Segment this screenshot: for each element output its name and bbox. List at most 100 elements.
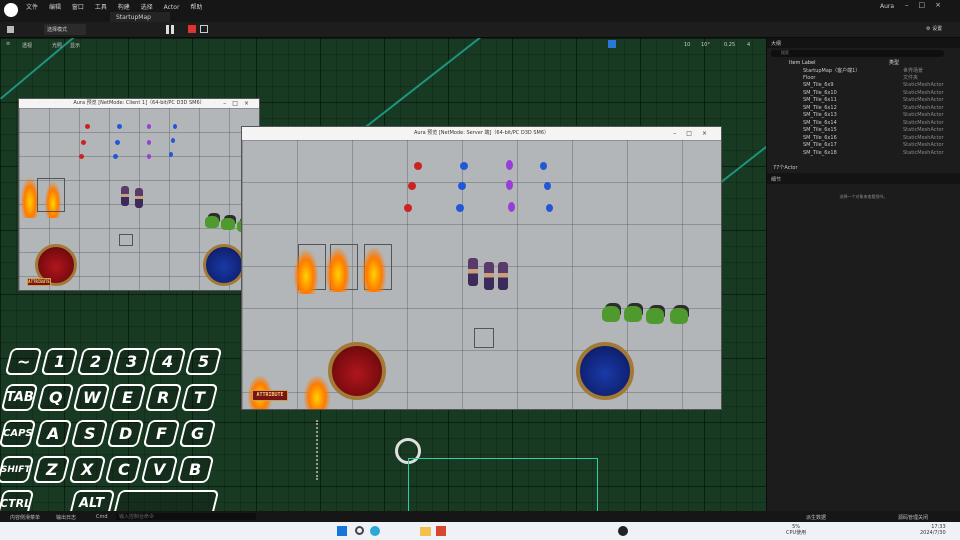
pie-client-game-view[interactable]: ATTRIBUTE — [19, 108, 259, 290]
grid-snap-value[interactable]: 10 — [684, 42, 690, 48]
menu-select[interactable]: 选择 — [141, 2, 153, 11]
outliner-row[interactable]: SM_Tile_6x17 StaticMeshActor — [803, 142, 960, 150]
key-z: Z — [32, 456, 71, 483]
menu-window[interactable]: 窗口 — [72, 2, 84, 11]
scale-snap-value[interactable]: 0.25 — [724, 42, 735, 48]
outliner-row-name: SM_Tile_6x13 — [803, 112, 837, 119]
player-character — [135, 188, 143, 208]
pause-icon[interactable] — [166, 25, 174, 34]
office-icon[interactable] — [436, 526, 446, 536]
outliner-row[interactable]: SM_Tile_6x16 StaticMeshActor — [803, 134, 960, 142]
pie-server-title: Aura 预览 [NetMode: Server 端]（64-bit/PC D3… — [413, 130, 550, 136]
menu-tools[interactable]: 工具 — [95, 2, 107, 11]
key-2: 2 — [76, 348, 115, 375]
details-tab-label: 细节 — [771, 177, 782, 183]
search-icon[interactable] — [355, 526, 364, 535]
title-bar: 文件 编辑 窗口 工具 构建 选择 Actor 帮助 StartupMap Au… — [0, 0, 960, 22]
clock[interactable]: 17:33 2024/7/30 — [920, 524, 946, 536]
outliner-row[interactable]: SM_Tile_6x12 StaticMeshActor — [803, 104, 960, 112]
outliner-search[interactable]: 搜索 — [771, 50, 944, 57]
derived-data-button[interactable]: 派生数据 — [806, 514, 826, 521]
output-log-button[interactable]: 输出日志 — [56, 514, 76, 521]
details-tab[interactable]: 细节 — [767, 174, 960, 184]
grid-highlight-line — [350, 38, 761, 140]
browser-icon[interactable] — [370, 526, 380, 536]
pie-client-titlebar[interactable]: Aura 预览 [NetMode: Client 1]（64-bit/PC D3… — [19, 99, 259, 108]
perspective-button[interactable]: 透视 — [22, 42, 32, 49]
translate-icon[interactable] — [608, 40, 616, 48]
outliner-list: StartupMap（客户端1） 世界场景 Floor 文件夹 SM_Tile_6x9 S… — [767, 67, 960, 157]
column-type[interactable]: 类型 — [889, 59, 899, 66]
menu-actor[interactable]: Actor — [164, 4, 180, 11]
spawn-point-icon[interactable] — [316, 420, 338, 480]
outliner-row-type: StaticMeshActor — [903, 97, 944, 104]
outliner-row[interactable]: Floor 文件夹 — [803, 74, 960, 82]
source-control-button[interactable]: 源码管理关闭 — [898, 514, 928, 521]
select-mode-dropdown[interactable]: 选择模式 — [44, 24, 86, 35]
lit-button[interactable]: 光照 — [52, 42, 62, 49]
outliner-row-name: SM_Tile_6x9 — [803, 82, 834, 89]
save-icon[interactable] — [7, 26, 14, 33]
outliner-row[interactable]: SM_Tile_6x11 StaticMeshActor — [803, 97, 960, 105]
outliner-row[interactable]: SM_Tile_6x10 StaticMeshActor — [803, 89, 960, 97]
unreal-taskbar-icon[interactable] — [618, 526, 628, 536]
cpu-label: CPU使用 — [786, 530, 807, 536]
fire-area — [294, 250, 318, 294]
outliner-tab-label: 大纲 — [771, 41, 782, 47]
outliner-row[interactable]: SM_Tile_6x13 StaticMeshActor — [803, 112, 960, 120]
outliner-row[interactable]: StartupMap（客户端1） 世界场景 — [803, 67, 960, 75]
fire-area — [304, 376, 330, 409]
menu-build[interactable]: 构建 — [118, 2, 130, 11]
eject-icon[interactable] — [200, 25, 208, 33]
key-w: W — [72, 384, 111, 411]
key-e: E — [108, 384, 147, 411]
folder-icon[interactable] — [420, 527, 431, 536]
stop-icon[interactable] — [188, 25, 196, 33]
outliner-row-name: SM_Tile_6x10 — [803, 89, 837, 96]
pie-server-window[interactable]: Aura 预览 [NetMode: Server 端]（64-bit/PC D3… — [241, 126, 722, 410]
column-item-label[interactable]: Item Label — [789, 60, 889, 66]
windows-start-icon[interactable] — [337, 526, 347, 536]
outliner-row[interactable]: SM_Tile_6x14 StaticMeshActor — [803, 119, 960, 127]
attribute-menu-button[interactable]: ATTRIBUTE — [252, 390, 288, 401]
pie-server-game-view[interactable]: ATTRIBUTE — [242, 140, 721, 409]
outliner-row[interactable]: SM_Tile_6x15 StaticMeshActor — [803, 127, 960, 135]
pie-client-window[interactable]: Aura 预览 [NetMode: Client 1]（64-bit/PC D3… — [18, 98, 260, 291]
show-button[interactable]: 显示 — [70, 42, 80, 49]
map-tab[interactable]: StartupMap — [110, 12, 170, 22]
content-drawer-button[interactable]: 内容侧滑菜单 — [10, 514, 40, 521]
goblin-enemy — [602, 306, 620, 322]
close-icon[interactable]: × — [935, 1, 951, 9]
volume-box[interactable] — [408, 458, 598, 511]
key-tilde: ~ — [4, 348, 43, 375]
mana-potion — [460, 162, 468, 170]
console-input[interactable]: 输入控制台命令 — [116, 513, 256, 520]
menu-help[interactable]: 帮助 — [190, 2, 202, 11]
outliner-row[interactable]: SM_Tile_6x9 StaticMeshActor — [803, 82, 960, 90]
player-character — [498, 262, 508, 290]
cmd-dropdown[interactable]: Cmd — [96, 514, 108, 520]
viewport-menu-icon[interactable]: ≡ — [6, 41, 10, 47]
outliner-row-type: StaticMeshActor — [903, 104, 944, 111]
outliner-row-type: StaticMeshActor — [903, 142, 944, 149]
attribute-menu-button[interactable]: ATTRIBUTE — [27, 278, 51, 286]
actor-count: 77个Actor — [773, 165, 798, 171]
outliner-row[interactable]: SM_Tile_6x18 StaticMeshActor — [803, 149, 960, 157]
settings-button[interactable]: ⚙ 设置 — [926, 25, 942, 32]
camera-speed-value[interactable]: 4 — [747, 42, 750, 48]
key-4: 4 — [148, 348, 187, 375]
minimize-icon[interactable]: – — [905, 1, 919, 9]
pie-server-titlebar[interactable]: Aura 预览 [NetMode: Server 端]（64-bit/PC D3… — [242, 127, 721, 140]
menu-edit[interactable]: 编辑 — [49, 2, 61, 11]
pie-client-window-controls[interactable]: –□× — [223, 99, 255, 108]
fire-area — [362, 248, 386, 292]
outliner-tab[interactable]: 大纲 — [767, 38, 960, 48]
maximize-icon[interactable]: □ — [919, 1, 936, 9]
pie-server-window-controls[interactable]: –□× — [673, 127, 717, 140]
health-potion — [408, 182, 416, 190]
menu-file[interactable]: 文件 — [26, 2, 38, 11]
window-controls: –□× — [905, 1, 951, 9]
unreal-logo-icon[interactable] — [4, 3, 18, 17]
rotation-snap-value[interactable]: 10° — [701, 42, 710, 48]
crystal-pickup — [147, 124, 151, 129]
